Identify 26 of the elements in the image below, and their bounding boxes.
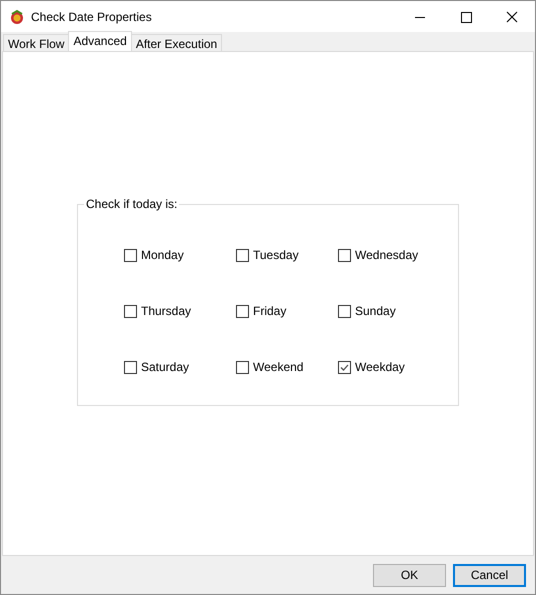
checkbox[interactable] [338,304,351,318]
checkbox[interactable] [124,248,137,262]
checkbox-option[interactable]: Weekday [338,360,405,374]
app-icon [9,8,25,24]
window-title: Check Date Properties [31,10,152,24]
checkbox[interactable] [236,304,249,318]
checkbox-option[interactable]: Saturday [124,360,190,374]
checkbox-option[interactable]: Monday [124,248,184,262]
tab[interactable]: Advanced [68,31,132,51]
checkbox[interactable] [338,360,351,374]
checkbox[interactable] [124,360,137,374]
checkbox-option[interactable]: Thursday [124,304,192,318]
checkbox-option[interactable]: Weekend [236,360,304,374]
checkbox[interactable] [124,304,137,318]
checkbox-option[interactable]: Tuesday [236,248,299,262]
checkbox-option[interactable]: Wednesday [338,248,418,262]
group-title: Check if today is: [84,197,180,211]
checkbox-option[interactable]: Sunday [338,304,396,318]
tab[interactable]: After Execution [130,34,222,51]
tab[interactable]: Work Flow [3,34,70,51]
checkbox[interactable] [338,248,351,262]
checkbox-option[interactable]: Friday [236,304,286,318]
checkbox[interactable] [236,248,249,262]
checkbox[interactable] [236,360,249,374]
dialog-button[interactable]: OK [373,564,446,586]
dialog-button[interactable]: Cancel [453,564,526,586]
